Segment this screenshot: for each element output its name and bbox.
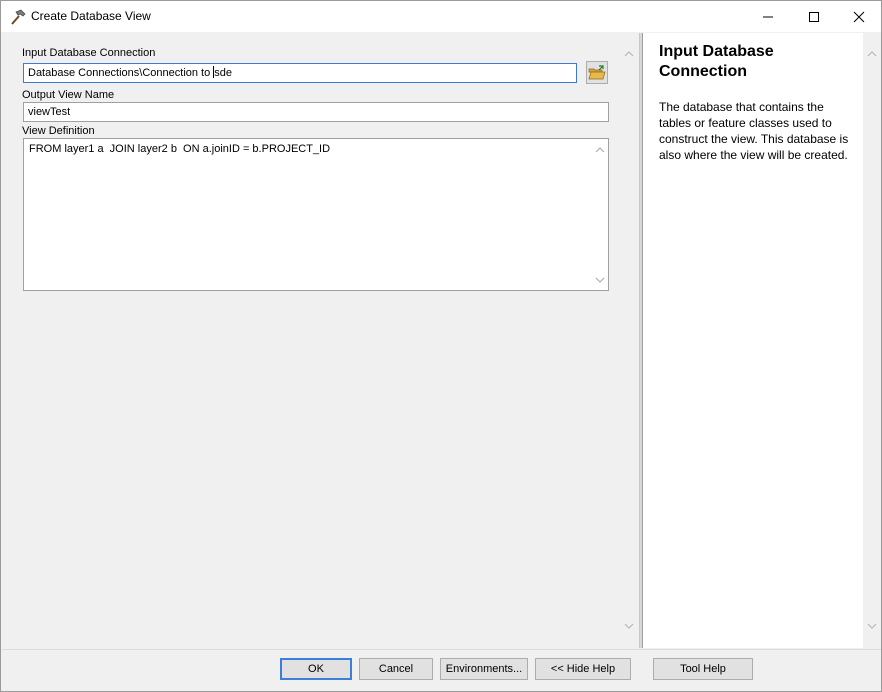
minimize-button[interactable] bbox=[745, 1, 791, 32]
input-connection-value-start: Database Connections\Connection to bbox=[28, 67, 214, 79]
view-definition-scrollbar[interactable] bbox=[591, 139, 608, 290]
browse-button[interactable] bbox=[586, 61, 608, 84]
parameters-panel: Input Database Connection Database Conne… bbox=[2, 33, 621, 648]
close-button[interactable] bbox=[836, 1, 882, 32]
input-connection-value-end: sde bbox=[214, 67, 233, 79]
parameters-scrollbar[interactable] bbox=[620, 33, 638, 648]
environments-button[interactable]: Environments... bbox=[440, 658, 528, 680]
input-connection-field[interactable]: Database Connections\Connection to sde bbox=[23, 63, 577, 83]
ok-button[interactable]: OK bbox=[280, 658, 352, 680]
scroll-down-icon[interactable] bbox=[866, 621, 878, 631]
help-description: The database that contains the tables or… bbox=[659, 100, 849, 162]
hide-help-button[interactable]: << Hide Help bbox=[535, 658, 631, 680]
view-definition-label: View Definition bbox=[22, 125, 95, 137]
scroll-down-icon[interactable] bbox=[594, 275, 606, 285]
view-definition-text: FROM layer1 a JOIN layer2 b ON a.joinID … bbox=[29, 143, 331, 155]
maximize-button[interactable] bbox=[791, 1, 837, 32]
maximize-icon bbox=[809, 11, 819, 22]
close-icon bbox=[853, 11, 865, 22]
scroll-up-icon[interactable] bbox=[594, 145, 606, 155]
cancel-button[interactable]: Cancel bbox=[359, 658, 433, 680]
open-folder-icon bbox=[588, 64, 606, 79]
scroll-up-icon[interactable] bbox=[866, 49, 878, 59]
scroll-up-icon[interactable] bbox=[623, 49, 635, 59]
tool-help-button[interactable]: Tool Help bbox=[653, 658, 753, 680]
view-definition-field[interactable]: FROM layer1 a JOIN layer2 b ON a.joinID … bbox=[23, 138, 609, 291]
help-panel: Input Database Connection The database t… bbox=[642, 33, 864, 648]
input-connection-label: Input Database Connection bbox=[22, 47, 156, 59]
minimize-icon bbox=[763, 16, 773, 17]
window-title: Create Database View bbox=[31, 9, 151, 23]
output-view-name-field[interactable]: viewTest bbox=[23, 102, 609, 122]
title-bar[interactable]: Create Database View bbox=[1, 1, 881, 32]
help-scrollbar[interactable] bbox=[863, 33, 881, 648]
output-view-name-label: Output View Name bbox=[22, 89, 115, 101]
hammer-icon bbox=[11, 9, 26, 25]
scroll-down-icon[interactable] bbox=[623, 621, 635, 631]
help-title: Input Database Connection bbox=[659, 43, 774, 80]
dialog-window: Create Database View Input Database Conn… bbox=[0, 0, 882, 692]
